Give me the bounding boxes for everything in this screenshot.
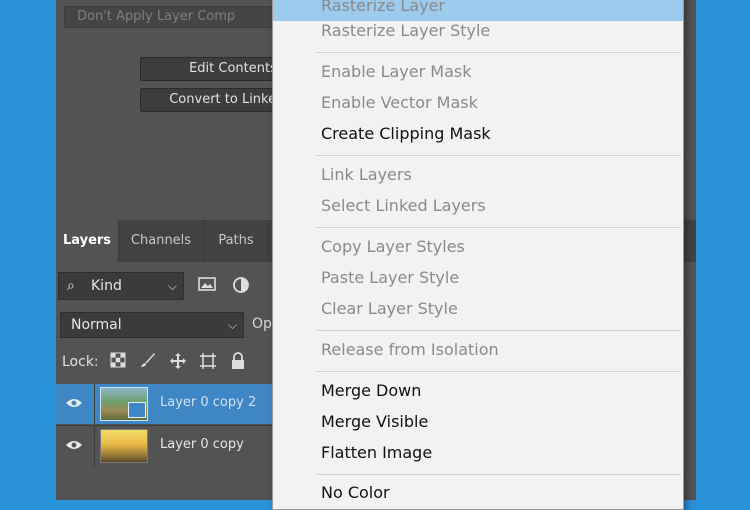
tab-divider: [268, 220, 269, 262]
blend-mode-dropdown[interactable]: Normal ⌵: [60, 312, 244, 338]
layer-row[interactable]: Layer 0 copy 2: [56, 384, 272, 424]
lock-label: Lock:: [62, 354, 99, 370]
lock-artboard-icon[interactable]: [198, 352, 218, 372]
menu-separator: [317, 330, 681, 331]
kind-label: Kind: [91, 278, 122, 294]
menu-item-merge-visible[interactable]: Merge Visible: [273, 407, 683, 437]
menu-item-flatten-image[interactable]: Flatten Image: [273, 438, 683, 468]
menu-separator: [317, 52, 681, 53]
menu-item-enable-vector-mask[interactable]: Enable Vector Mask: [273, 88, 683, 118]
menu-item-paste-layer-style[interactable]: Paste Layer Style: [273, 263, 683, 293]
opacity-label: Op: [252, 316, 272, 332]
lock-transparent-pixels-icon[interactable]: [108, 352, 128, 372]
layer-context-menu: Rasterize Layer Rasterize Layer Style En…: [272, 0, 684, 510]
eye-icon[interactable]: [64, 394, 84, 414]
menu-item-select-linked-layers[interactable]: Select Linked Layers: [273, 191, 683, 221]
menu-item-merge-down[interactable]: Merge Down: [273, 376, 683, 406]
menu-item-link-layers[interactable]: Link Layers: [273, 160, 683, 190]
layer-name[interactable]: Layer 0 copy: [160, 437, 244, 452]
blend-mode-value: Normal: [71, 317, 122, 333]
adjustment-filter-icon[interactable]: [230, 276, 252, 298]
tab-paths[interactable]: Paths: [204, 220, 268, 262]
search-icon: ⌕: [67, 278, 75, 294]
chevron-down-icon: ⌵: [227, 318, 237, 332]
menu-separator: [317, 474, 681, 475]
layer-name[interactable]: Layer 0 copy 2: [160, 395, 256, 410]
menu-item-clear-layer-style[interactable]: Clear Layer Style: [273, 294, 683, 324]
column-divider: [94, 426, 95, 466]
image-filter-icon[interactable]: [196, 276, 218, 298]
tab-layers[interactable]: Layers: [56, 220, 118, 262]
menu-item-rasterize-layer-style[interactable]: Rasterize Layer Style: [273, 16, 683, 46]
menu-separator: [317, 371, 681, 372]
filter-kind-dropdown[interactable]: ⌕ Kind ⌵: [58, 272, 184, 300]
layer-thumbnail[interactable]: [100, 429, 148, 463]
layer-row[interactable]: Layer 0 copy: [56, 425, 272, 466]
menu-item-release-from-isolation[interactable]: Release from Isolation: [273, 335, 683, 365]
menu-separator: [317, 155, 681, 156]
menu-item-no-color[interactable]: No Color: [273, 478, 683, 508]
chevron-down-icon: ⌵: [167, 279, 177, 293]
menu-item-enable-layer-mask[interactable]: Enable Layer Mask: [273, 57, 683, 87]
smart-object-icon: [128, 402, 146, 418]
lock-image-pixels-icon[interactable]: [138, 352, 158, 372]
menu-separator: [317, 227, 681, 228]
eye-icon[interactable]: [64, 436, 84, 456]
menu-item-create-clipping-mask[interactable]: Create Clipping Mask: [273, 119, 683, 149]
tab-channels[interactable]: Channels: [119, 220, 203, 262]
lock-position-icon[interactable]: [168, 352, 188, 372]
lock-all-icon[interactable]: [228, 352, 248, 372]
menu-item-copy-layer-styles[interactable]: Copy Layer Styles: [273, 232, 683, 262]
column-divider: [94, 384, 95, 424]
